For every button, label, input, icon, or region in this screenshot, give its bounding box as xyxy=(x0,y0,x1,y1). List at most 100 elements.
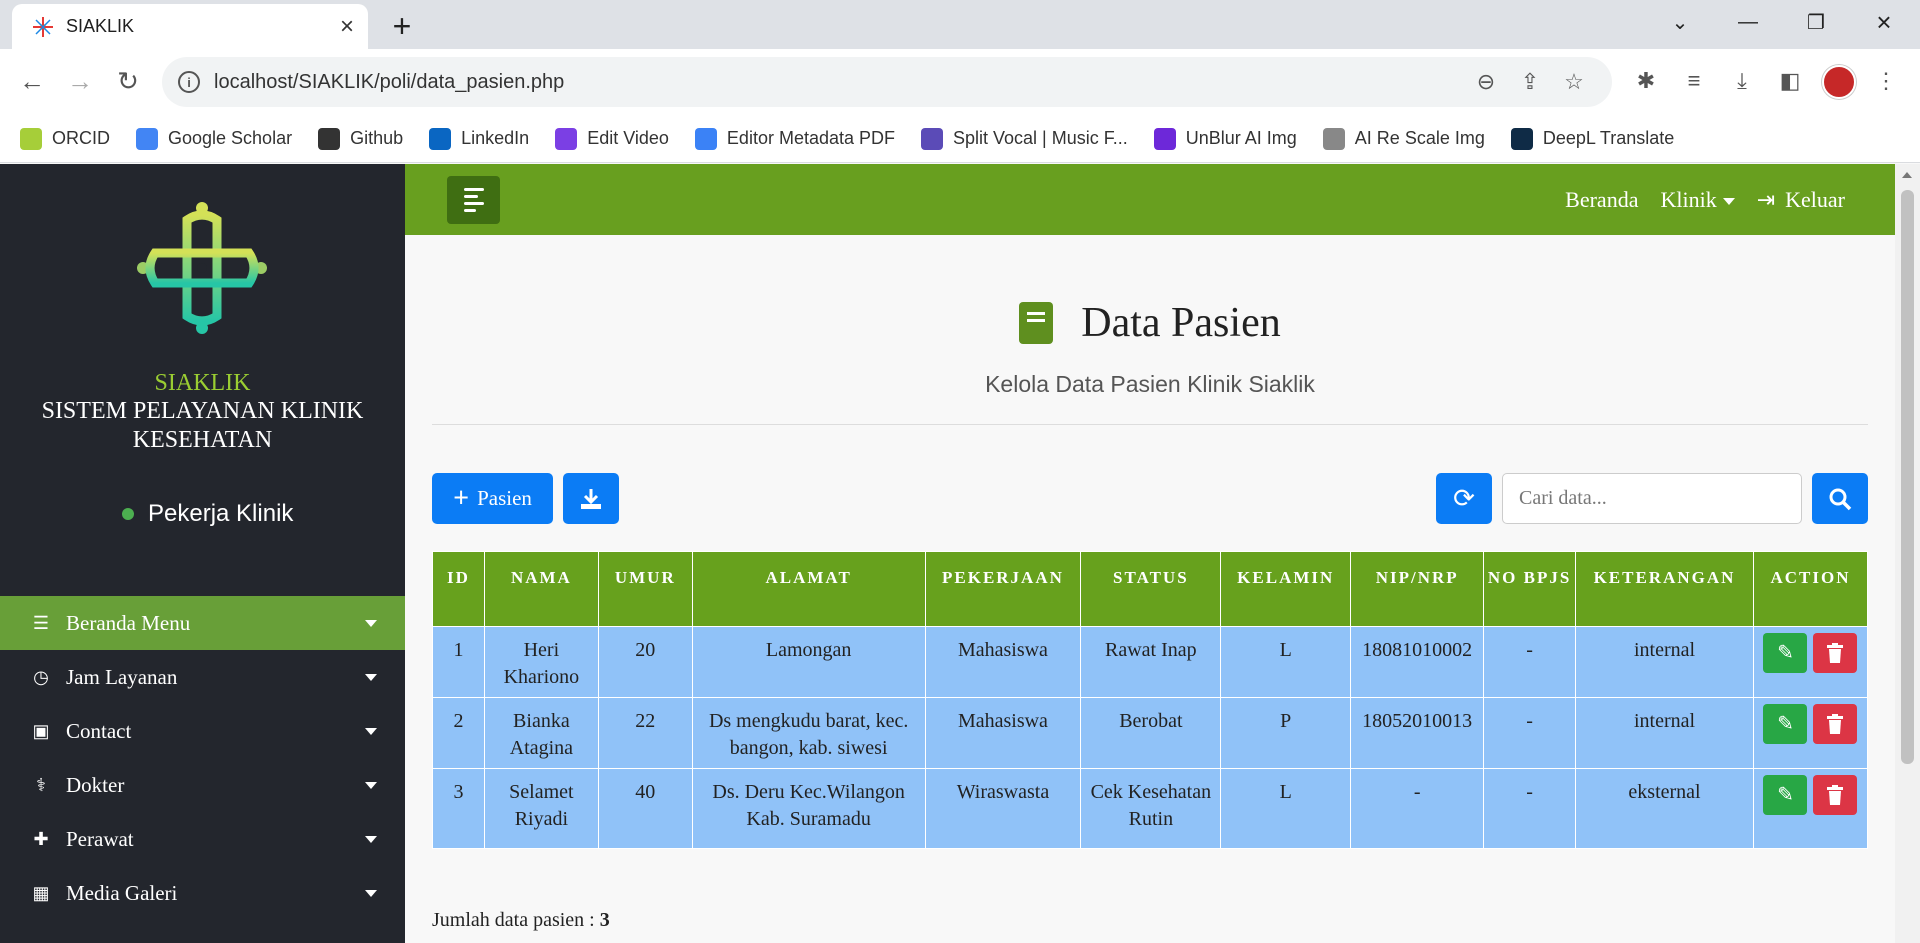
cell-nip: - xyxy=(1350,768,1485,849)
new-tab-button[interactable]: + xyxy=(384,8,420,44)
bookmark-item[interactable]: Edit Video xyxy=(555,127,669,150)
delete-button[interactable] xyxy=(1813,704,1858,744)
restore-button[interactable]: ❐ xyxy=(1786,0,1846,44)
search-input[interactable] xyxy=(1502,473,1802,524)
column-header: ALAMAT xyxy=(691,551,926,627)
reload-icon[interactable]: ↻ xyxy=(108,61,148,101)
sidebar-item-beranda-menu[interactable]: ☰ Beranda Menu xyxy=(0,596,405,650)
nav-beranda-link[interactable]: Beranda xyxy=(1565,187,1638,213)
tab-title: SIAKLIK xyxy=(66,16,135,36)
orcid-icon xyxy=(20,127,42,150)
delete-button[interactable] xyxy=(1813,633,1858,673)
bookmark-item[interactable]: ORCID xyxy=(20,127,110,150)
bookmark-item[interactable]: Editor Metadata PDF xyxy=(694,127,895,150)
patient-count-label: Jumlah data pasien : xyxy=(432,909,600,931)
app-subtitle-line2: KESEHATAN xyxy=(132,427,273,453)
cell-alamat: Ds. Deru Kec.Wilangon Kab. Suramadu xyxy=(691,768,926,849)
column-header: ACTION xyxy=(1752,551,1869,627)
github-icon xyxy=(318,127,341,150)
sidebar-item-jam-layanan[interactable]: ◷ Jam Layanan xyxy=(0,650,405,704)
bookmark-label: Editor Metadata PDF xyxy=(726,128,895,148)
app-name: SIAKLIK xyxy=(154,370,251,396)
sidebar-item-contact[interactable]: ▣ Contact xyxy=(0,704,405,758)
refresh-button[interactable]: ⟳ xyxy=(1436,473,1492,524)
address-bar[interactable]: i localhost/SIAKLIK/poli/data_pasien.php… xyxy=(162,57,1612,107)
profile-avatar[interactable] xyxy=(1822,65,1856,99)
caret-down-icon xyxy=(365,782,377,789)
menu-kebab-icon[interactable]: ⋮ xyxy=(1866,61,1906,101)
cell-status: Berobat xyxy=(1080,697,1222,769)
sidebar-item-label: Perawat xyxy=(66,826,134,851)
cell-status: Cek Kesehatan Rutin xyxy=(1080,768,1222,849)
bookmark-item[interactable]: LinkedIn xyxy=(429,127,529,150)
sidebar-item-perawat[interactable]: ✚ Perawat xyxy=(0,812,405,866)
scrollbar-thumb[interactable] xyxy=(1901,190,1914,764)
edit-button[interactable]: ✎ xyxy=(1763,633,1808,673)
bookmark-label: Split Vocal | Music F... xyxy=(953,128,1128,148)
sidebar-item-label: Jam Layanan xyxy=(66,664,178,689)
sidebar-item-dokter[interactable]: ⚕ Dokter xyxy=(0,758,405,812)
cell-bpjs: - xyxy=(1483,768,1577,849)
bookmark-item[interactable]: DeepL Translate xyxy=(1510,127,1674,150)
cell-pekerjaan: Wiraswasta xyxy=(924,768,1082,849)
toggle-bar xyxy=(463,195,478,198)
cell-action: ✎ xyxy=(1752,697,1869,769)
list-icon: ☰ xyxy=(32,612,50,633)
back-icon[interactable]: ← xyxy=(12,61,52,101)
unblur-icon xyxy=(1153,127,1176,150)
bookmark-label: Github xyxy=(350,128,404,148)
page-title-text: Data Pasien xyxy=(1081,300,1281,346)
toggle-bar xyxy=(463,209,476,212)
cell-action: ✎ xyxy=(1752,626,1869,698)
tab-close-icon[interactable]: × xyxy=(340,13,354,41)
bookmarks-bar: ORCID Google Scholar Github LinkedIn Edit Vi… xyxy=(0,115,1920,163)
download-button[interactable] xyxy=(563,473,619,524)
page-scrollbar[interactable] xyxy=(1895,164,1920,943)
scroll-up-icon[interactable] xyxy=(1902,172,1912,178)
edit-button[interactable]: ✎ xyxy=(1763,775,1808,815)
nav-klinik-dropdown[interactable]: Klinik xyxy=(1660,187,1734,213)
media-control-icon[interactable]: ≡ xyxy=(1674,61,1714,101)
siaklik-favicon-icon xyxy=(33,16,53,37)
minimize-button[interactable]: — xyxy=(1718,0,1778,44)
url-text[interactable]: localhost/SIAKLIK/poli/data_pasien.php xyxy=(214,71,1464,94)
nav-keluar-link[interactable]: ⇥ Keluar xyxy=(1757,187,1845,213)
edit-button[interactable]: ✎ xyxy=(1763,704,1808,744)
cell-alamat: Ds mengkudu barat, kec. bangon, kab. siw… xyxy=(691,697,926,769)
bookmark-item[interactable]: AI Re Scale Img xyxy=(1322,127,1485,150)
bookmark-star-icon[interactable]: ☆ xyxy=(1552,64,1596,100)
zoom-icon[interactable]: ⊖ xyxy=(1464,64,1508,100)
site-info-icon[interactable]: i xyxy=(178,71,200,93)
sidebar-toggle-button[interactable] xyxy=(447,176,500,224)
delete-button[interactable] xyxy=(1813,775,1858,815)
extensions-icon[interactable]: ✱ xyxy=(1626,61,1666,101)
column-header: UMUR xyxy=(597,551,693,627)
bookmark-item[interactable]: UnBlur AI Img xyxy=(1153,127,1297,150)
close-window-button[interactable]: × xyxy=(1854,0,1914,44)
caret-down-icon xyxy=(365,890,377,897)
browser-tab[interactable]: SIAKLIK × xyxy=(12,4,368,49)
cell-pekerjaan: Mahasiswa xyxy=(924,697,1082,769)
sidebar-item-media-galeri[interactable]: ▦ Media Galeri xyxy=(0,866,405,920)
row-actions: ✎ xyxy=(1758,775,1863,815)
bookmark-label: Google Scholar xyxy=(168,128,293,148)
forward-icon[interactable]: → xyxy=(60,61,100,101)
add-pasien-button[interactable]: + Pasien xyxy=(432,473,553,524)
header-divider xyxy=(432,424,1868,425)
column-header: NIP/NRP xyxy=(1350,551,1485,627)
share-icon[interactable]: ⇪ xyxy=(1508,64,1552,100)
download-icon[interactable]: ⤓ xyxy=(1722,61,1762,101)
side-panel-icon[interactable]: ◧ xyxy=(1770,61,1810,101)
browser-toolbar: ← → ↻ i localhost/SIAKLIK/poli/data_pasi… xyxy=(0,49,1920,115)
plus-icon: + xyxy=(453,482,470,514)
bookmark-item[interactable]: Github xyxy=(318,127,404,150)
siaklik-logo-icon xyxy=(137,202,267,334)
bookmark-item[interactable]: Split Vocal | Music F... xyxy=(921,127,1128,150)
search-button[interactable] xyxy=(1812,473,1868,524)
tab-search-icon[interactable]: ⌄ xyxy=(1650,0,1710,44)
cell-nip: 18081010002 xyxy=(1350,626,1485,698)
column-header: STATUS xyxy=(1080,551,1222,627)
add-pasien-label: Pasien xyxy=(477,486,532,510)
bookmark-item[interactable]: Google Scholar xyxy=(136,127,293,150)
stethoscope-icon: ⚕ xyxy=(36,774,46,795)
